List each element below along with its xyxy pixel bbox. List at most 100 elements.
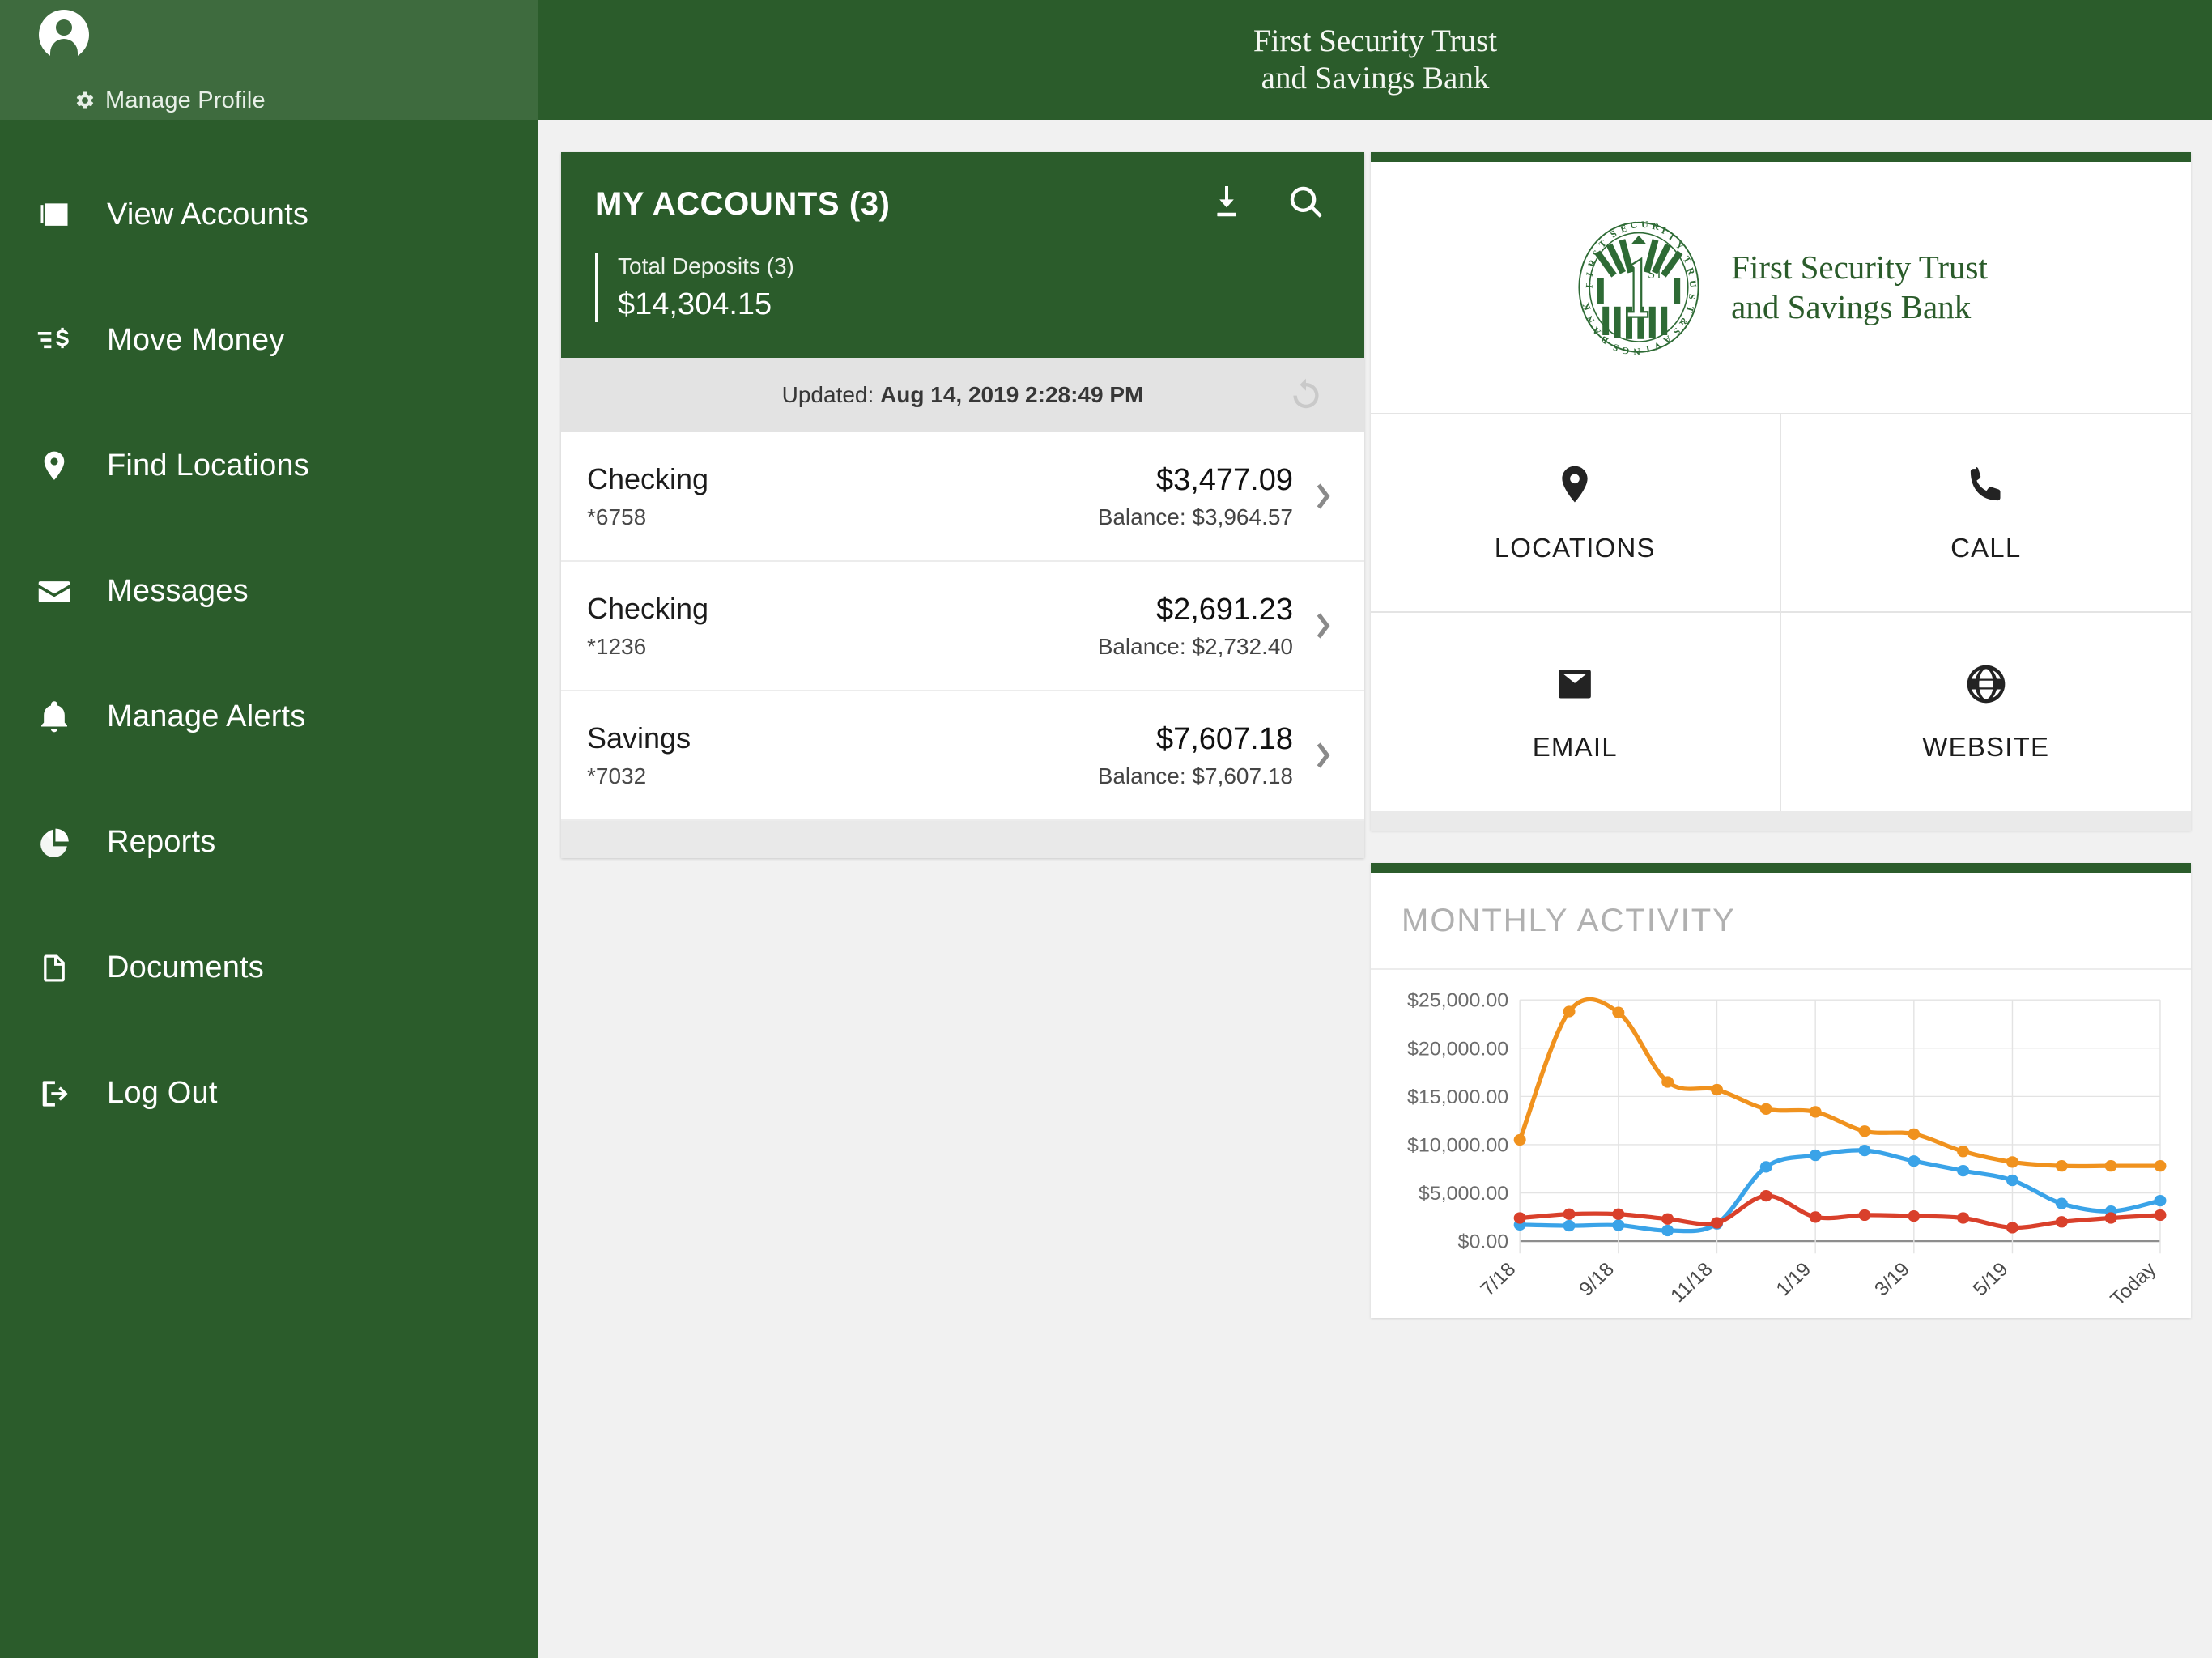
accounts-card-footer bbox=[561, 821, 1364, 858]
svg-text:U: U bbox=[1641, 219, 1648, 230]
sidebar-item-label: Manage Alerts bbox=[107, 699, 306, 733]
contact-tile-label: LOCATIONS bbox=[1494, 533, 1656, 563]
svg-text:5/19: 5/19 bbox=[1969, 1259, 2013, 1300]
account-mask: *7032 bbox=[587, 763, 647, 789]
contact-tile-label: EMAIL bbox=[1532, 732, 1618, 762]
svg-text:$5,000.00: $5,000.00 bbox=[1419, 1184, 1508, 1205]
total-deposits-amount: $14,304.15 bbox=[618, 287, 772, 321]
svg-text:K: K bbox=[1580, 301, 1593, 312]
sidebar-item-move-money[interactable]: Move Money bbox=[0, 278, 538, 403]
person-icon bbox=[39, 9, 89, 60]
sidebar-nav-list: View Accounts Move Money Find Locations … bbox=[0, 120, 538, 1156]
svg-text:I: I bbox=[1644, 343, 1651, 355]
map-pin-icon bbox=[1552, 462, 1597, 512]
accounts-icon bbox=[36, 197, 73, 234]
manage-profile-button[interactable]: Manage Profile bbox=[74, 87, 538, 114]
account-amounts: $3,477.09 Balance: $3,964.57 bbox=[1098, 463, 1293, 530]
profile-header[interactable]: Manage Profile bbox=[0, 0, 538, 120]
updated-timestamp: Aug 14, 2019 2:28:49 PM bbox=[880, 382, 1144, 407]
download-icon[interactable] bbox=[1207, 183, 1246, 226]
svg-text:Today: Today bbox=[2107, 1258, 2161, 1310]
chevron-right-icon bbox=[1311, 477, 1335, 516]
transfer-money-icon bbox=[36, 322, 73, 359]
sidebar-item-find-locations[interactable]: Find Locations bbox=[0, 403, 538, 529]
svg-text:R: R bbox=[1685, 266, 1698, 277]
svg-text:N: N bbox=[1633, 346, 1641, 356]
bank-logo-area: ST F I R S T S E C U R I T Y T R U S T &… bbox=[1371, 162, 2191, 413]
total-deposits-label: Total Deposits (3) bbox=[618, 253, 794, 278]
panel-bottom-strip bbox=[1371, 811, 2191, 831]
account-balance: Balance: $7,607.18 bbox=[1097, 763, 1293, 789]
account-identity: Savings *7032 bbox=[587, 721, 1098, 789]
app-root: Manage Profile View Accounts Move Money bbox=[0, 0, 2212, 1658]
account-available: $7,607.18 bbox=[1155, 721, 1293, 756]
svg-text:F: F bbox=[1584, 282, 1596, 289]
updated-prefix: Updated: bbox=[781, 382, 881, 407]
svg-text:$15,000.00: $15,000.00 bbox=[1407, 1086, 1508, 1107]
call-tile[interactable]: CALL bbox=[1780, 414, 2191, 613]
table-row[interactable]: Savings *7032 $7,607.18 Balance: $7,607.… bbox=[561, 691, 1364, 821]
manage-profile-label: Manage Profile bbox=[105, 87, 266, 113]
account-available: $3,477.09 bbox=[1155, 462, 1293, 497]
contact-actions-grid: LOCATIONS CALL EMAIL WEBSITE bbox=[1371, 413, 2191, 811]
bank-info-panel: ST F I R S T S E C U R I T Y T R U S T &… bbox=[1371, 152, 2191, 831]
account-name: Checking bbox=[587, 462, 709, 495]
sidebar-item-label: Log Out bbox=[107, 1076, 218, 1110]
refresh-icon[interactable] bbox=[1285, 374, 1327, 416]
gear-icon bbox=[74, 90, 96, 111]
account-balance: Balance: $2,732.40 bbox=[1097, 633, 1293, 659]
updated-bar: Updated: Aug 14, 2019 2:28:49 PM bbox=[561, 358, 1364, 432]
right-column: ST F I R S T S E C U R I T Y T R U S T &… bbox=[1364, 0, 2212, 1658]
table-row[interactable]: Checking *1236 $2,691.23 Balance: $2,732… bbox=[561, 562, 1364, 691]
panel-accent-bar bbox=[1371, 152, 2191, 162]
svg-text:T: T bbox=[1684, 304, 1697, 314]
svg-text:&: & bbox=[1677, 316, 1691, 329]
sidebar-item-manage-alerts[interactable]: Manage Alerts bbox=[0, 654, 538, 780]
contact-tile-label: CALL bbox=[1950, 533, 2022, 563]
svg-text:$10,000.00: $10,000.00 bbox=[1407, 1135, 1508, 1156]
activity-line-chart: $0.00 $5,000.00 $10,000.00 $15,000.00 $20,00… bbox=[1407, 990, 2167, 1310]
document-icon bbox=[36, 950, 73, 987]
envelope-icon bbox=[36, 573, 73, 610]
envelope-icon bbox=[1552, 661, 1597, 711]
svg-text:7/18: 7/18 bbox=[1476, 1259, 1520, 1300]
accounts-card: MY ACCOUNTS (3) Total Deposits (3) $14,3… bbox=[561, 152, 1364, 858]
contact-tile-label: WEBSITE bbox=[1922, 732, 2050, 762]
svg-text:T: T bbox=[1681, 254, 1694, 266]
account-name: Savings bbox=[587, 721, 691, 755]
sidebar-item-label: Reports bbox=[107, 825, 216, 859]
account-mask: *6758 bbox=[587, 504, 647, 529]
account-balance: Balance: $3,964.57 bbox=[1097, 504, 1293, 529]
sidebar-item-view-accounts[interactable]: View Accounts bbox=[0, 152, 538, 278]
svg-text:B: B bbox=[1599, 334, 1610, 346]
total-deposits-block: Total Deposits (3) $14,304.15 bbox=[595, 253, 1330, 322]
sidebar-item-reports[interactable]: Reports bbox=[0, 780, 538, 905]
website-tile[interactable]: WEBSITE bbox=[1780, 613, 2191, 811]
phone-icon bbox=[1963, 462, 2009, 512]
search-icon[interactable] bbox=[1287, 183, 1325, 226]
globe-icon bbox=[1963, 661, 2009, 711]
account-identity: Checking *1236 bbox=[587, 592, 1098, 660]
sidebar-item-messages[interactable]: Messages bbox=[0, 529, 538, 654]
email-tile[interactable]: EMAIL bbox=[1371, 613, 1781, 811]
svg-text:9/18: 9/18 bbox=[1575, 1259, 1619, 1300]
bell-icon bbox=[36, 699, 73, 736]
locations-tile[interactable]: LOCATIONS bbox=[1371, 414, 1781, 613]
sidebar-item-log-out[interactable]: Log Out bbox=[0, 1031, 538, 1156]
monthly-activity-chart: $0.00 $5,000.00 $10,000.00 $15,000.00 $20,00… bbox=[1371, 970, 2191, 1318]
sidebar-item-label: Documents bbox=[107, 950, 264, 984]
svg-text:11/18: 11/18 bbox=[1666, 1259, 1717, 1307]
sidebar-item-label: Find Locations bbox=[107, 449, 309, 483]
svg-text:I: I bbox=[1584, 270, 1596, 277]
sidebar-item-documents[interactable]: Documents bbox=[0, 905, 538, 1031]
svg-text:S: S bbox=[1671, 325, 1683, 338]
account-identity: Checking *6758 bbox=[587, 462, 1098, 530]
account-name: Checking bbox=[587, 592, 709, 625]
account-available: $2,691.23 bbox=[1155, 592, 1293, 627]
updated-text: Updated: Aug 14, 2019 2:28:49 PM bbox=[782, 382, 1144, 408]
svg-text:U: U bbox=[1687, 279, 1699, 288]
bank-seal-logo: ST F I R S T S E C U R I T Y T R U S T &… bbox=[1574, 219, 1704, 358]
table-row[interactable]: Checking *6758 $3,477.09 Balance: $3,964… bbox=[561, 432, 1364, 562]
avatar-row bbox=[39, 6, 538, 60]
svg-text:1/19: 1/19 bbox=[1772, 1259, 1815, 1300]
